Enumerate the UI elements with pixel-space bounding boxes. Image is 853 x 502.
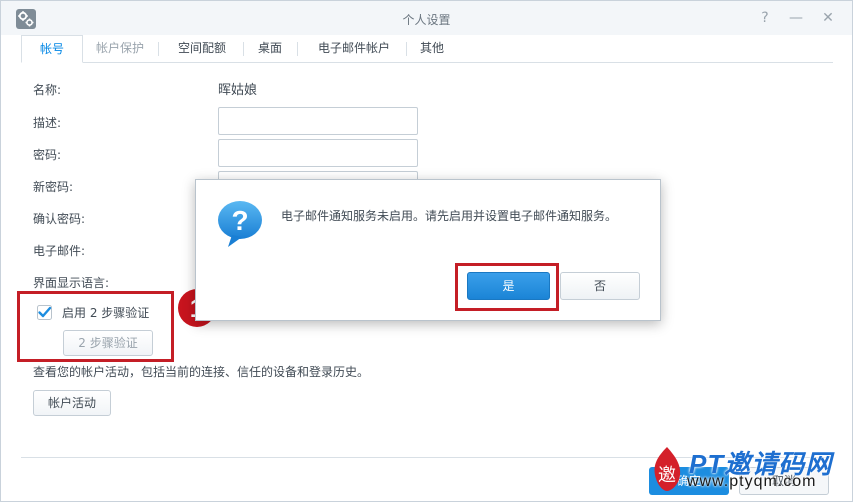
tab-other[interactable]: 其他 bbox=[411, 35, 453, 63]
tab-quota[interactable]: 空间配额 bbox=[166, 35, 238, 63]
tab-separator bbox=[158, 42, 159, 56]
tab-separator bbox=[406, 42, 407, 56]
new-password-label: 新密码: bbox=[33, 180, 74, 194]
watermark-url: www.ptyqm.com bbox=[687, 473, 817, 490]
password-label: 密码: bbox=[33, 148, 62, 162]
minimize-icon[interactable]: — bbox=[787, 9, 805, 27]
help-icon[interactable]: ? bbox=[756, 9, 774, 27]
tab-account[interactable]: 帐号 bbox=[21, 35, 83, 63]
tab-account-protection[interactable]: 帐户保护 bbox=[87, 35, 153, 63]
no-button[interactable]: 否 bbox=[560, 272, 640, 300]
svg-text:邀: 邀 bbox=[658, 465, 676, 486]
tab-email-account[interactable]: 电子邮件帐户 bbox=[304, 35, 404, 63]
personal-settings-window: 个人设置 ? — ✕ 帐号 帐户保护 空间配额 桌面 电子邮件帐户 其他 名称:… bbox=[0, 0, 853, 502]
two-step-checkbox[interactable] bbox=[37, 305, 52, 320]
question-bubble-icon: ? bbox=[218, 201, 262, 247]
close-icon[interactable]: ✕ bbox=[819, 9, 837, 27]
description-input[interactable] bbox=[218, 107, 418, 135]
email-label: 电子邮件: bbox=[33, 244, 86, 258]
tab-separator bbox=[243, 42, 244, 56]
window-title: 个人设置 bbox=[402, 13, 451, 27]
account-activity-button[interactable]: 帐户活动 bbox=[33, 390, 111, 416]
watermark-logo: 邀 bbox=[654, 447, 681, 491]
confirm-password-label: 确认密码: bbox=[33, 212, 86, 226]
name-value: 晖姑娘 bbox=[218, 83, 258, 98]
yes-button[interactable]: 是 bbox=[467, 272, 550, 300]
name-label: 名称: bbox=[33, 83, 62, 97]
confirm-dialog: ? 电子邮件通知服务未启用。请先启用并设置电子邮件通知服务。 是 否 bbox=[195, 179, 661, 321]
tab-desktop[interactable]: 桌面 bbox=[249, 35, 291, 63]
tab-separator bbox=[297, 42, 298, 56]
title-bar: 个人设置 ? — ✕ bbox=[1, 1, 852, 35]
description-label: 描述: bbox=[33, 116, 62, 130]
two-step-verification-button[interactable]: 2 步骤验证 bbox=[63, 330, 153, 356]
tab-bar: 帐号 帐户保护 空间配额 桌面 电子邮件帐户 其他 bbox=[21, 35, 833, 63]
dialog-message: 电子邮件通知服务未启用。请先启用并设置电子邮件通知服务。 bbox=[281, 209, 618, 223]
two-step-checkbox-label[interactable]: 启用 2 步骤验证 bbox=[62, 304, 149, 321]
password-input[interactable] bbox=[218, 139, 418, 167]
language-label: 界面显示语言: bbox=[33, 276, 110, 290]
account-activity-description: 查看您的帐户活动，包括当前的连接、信任的设备和登录历史。 bbox=[33, 365, 370, 379]
svg-text:?: ? bbox=[231, 205, 248, 236]
